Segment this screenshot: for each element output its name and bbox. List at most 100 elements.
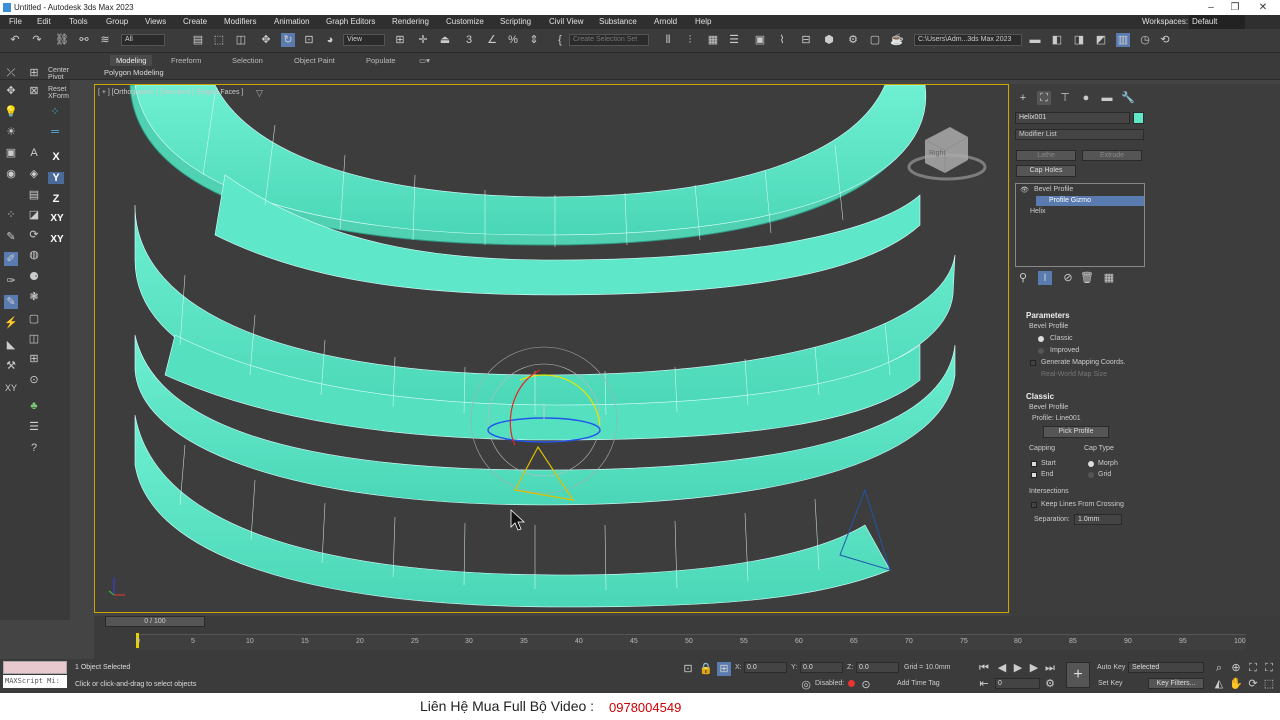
- minimize-button[interactable]: –: [1198, 0, 1224, 15]
- utilities-tab-icon[interactable]: 🔧: [1121, 91, 1135, 105]
- modifier-list-dropdown[interactable]: Modifier List: [1015, 129, 1144, 140]
- menu-create[interactable]: Create: [183, 15, 207, 29]
- goto-start-icon[interactable]: ⏮: [977, 661, 991, 675]
- grid-radio[interactable]: [1088, 472, 1094, 478]
- spinner-snap-icon[interactable]: ⇕: [527, 33, 541, 47]
- set-key-icon[interactable]: +: [1066, 662, 1090, 688]
- align-icon[interactable]: ⫶: [683, 33, 697, 47]
- rotate-icon[interactable]: ↻: [281, 33, 295, 47]
- selection-filter-dropdown[interactable]: All: [121, 34, 165, 46]
- percent-snap-icon[interactable]: %: [506, 33, 520, 47]
- viewport[interactable]: Right [ + ] [Orthographic ] [Standard ] …: [94, 84, 1009, 613]
- link-icon[interactable]: ⛓: [55, 33, 69, 47]
- orbit-icon[interactable]: ⟳: [1246, 677, 1260, 691]
- place-icon[interactable]: ◕: [323, 33, 337, 47]
- prev-frame-icon[interactable]: ◀: [995, 661, 1009, 675]
- maxscript-listener[interactable]: [3, 661, 67, 674]
- current-frame-field[interactable]: 0: [995, 678, 1040, 689]
- scene-explorer-icon[interactable]: ◨: [1072, 33, 1086, 47]
- project-path-dropdown[interactable]: C:\Users\Adm...3ds Max 2023: [914, 34, 1022, 46]
- create-tab-icon[interactable]: +: [1016, 91, 1030, 105]
- menu-substance[interactable]: Substance: [599, 15, 637, 29]
- pen-icon[interactable]: ✑: [4, 274, 18, 288]
- named-selection-set-input[interactable]: Create Selection Set: [569, 34, 649, 46]
- lock-icon[interactable]: 🔒: [699, 662, 713, 676]
- spacing-icon[interactable]: ◪: [27, 208, 41, 222]
- align-tool-icon[interactable]: ═: [48, 125, 62, 139]
- viewport-filter-icon[interactable]: ▽: [256, 88, 263, 99]
- book-icon[interactable]: ▤: [27, 188, 41, 202]
- rendered-frame-icon[interactable]: ▢: [868, 33, 882, 47]
- eye-icon[interactable]: 👁: [1020, 186, 1029, 194]
- paint-select-icon[interactable]: ✐: [4, 252, 18, 266]
- box-icon[interactable]: ▣: [4, 146, 18, 160]
- zoom-icon[interactable]: ⌕: [1212, 661, 1226, 675]
- sheet-icon[interactable]: ◫: [27, 332, 41, 346]
- stack-item-profile-gizmo[interactable]: Profile Gizmo: [1036, 196, 1144, 206]
- stack-item-helix[interactable]: Helix: [1030, 208, 1046, 215]
- unlink-icon[interactable]: ⚯: [77, 33, 91, 47]
- command-panel-toggle-icon[interactable]: ▥: [1116, 33, 1130, 47]
- timeline[interactable]: 0 / 100 0 5 10 15 20 25 30 35 40 45 50 55 60 65 70 75 80…: [94, 616, 1280, 659]
- tab-object-paint[interactable]: Object Paint: [294, 55, 335, 66]
- menu-animation[interactable]: Animation: [274, 15, 310, 29]
- y-coord-field[interactable]: 0.0: [800, 662, 843, 673]
- open-explorer-icon[interactable]: ◧: [1050, 33, 1064, 47]
- axis-z-button[interactable]: Z: [48, 193, 64, 205]
- close-button[interactable]: ✕: [1250, 0, 1276, 15]
- object-name-input[interactable]: Helix001: [1015, 112, 1130, 124]
- tab-populate[interactable]: Populate: [366, 55, 396, 66]
- menu-file[interactable]: File: [9, 15, 22, 29]
- reset-xform-label[interactable]: Reset XForm: [48, 86, 70, 100]
- start-checkbox[interactable]: [1031, 461, 1037, 467]
- polygon-modeling-panel[interactable]: Polygon Modeling: [104, 68, 164, 77]
- curve-editor-icon[interactable]: ⌇: [775, 33, 789, 47]
- classic-header[interactable]: Classic: [1026, 392, 1054, 401]
- render-icon[interactable]: ☕: [890, 33, 904, 47]
- angle-snap-icon[interactable]: ∠: [485, 33, 499, 47]
- time-slider[interactable]: 0 / 100: [105, 616, 205, 627]
- quick-access-icon[interactable]: ◩: [1094, 33, 1108, 47]
- key-filters-button[interactable]: Key Filters...: [1148, 678, 1204, 689]
- object-color-swatch[interactable]: [1133, 112, 1144, 124]
- end-checkbox[interactable]: [1031, 472, 1037, 478]
- motion-tab-icon[interactable]: ●: [1079, 91, 1093, 105]
- center-pivot-label[interactable]: Center Pivot: [48, 67, 70, 81]
- rotate-tool-icon[interactable]: ⟳: [27, 228, 41, 242]
- helix-mesh[interactable]: Right: [95, 85, 1009, 613]
- ribbon-toggle-icon[interactable]: ▣: [753, 33, 767, 47]
- mirror-icon[interactable]: ⫴: [661, 33, 675, 47]
- make-unique-icon[interactable]: ⊘: [1061, 271, 1075, 285]
- material-editor-icon[interactable]: ⬢: [822, 33, 836, 47]
- edit-named-sets-icon[interactable]: {: [553, 33, 567, 47]
- isolate-icon[interactable]: ⊡: [681, 662, 695, 676]
- workspaces-dropdown[interactable]: Default: [1189, 15, 1246, 29]
- maxscript-mini-input[interactable]: MAXScript Mi:: [3, 675, 67, 688]
- symmetry-icon[interactable]: ⚒: [4, 359, 18, 373]
- tab-selection[interactable]: Selection: [232, 55, 263, 66]
- edit-poly-icon[interactable]: ✎: [4, 295, 18, 309]
- particle-icon[interactable]: ❃: [27, 290, 41, 304]
- play-icon[interactable]: ▶: [1011, 661, 1025, 675]
- shapes-icon[interactable]: ◈: [27, 167, 41, 181]
- camera-icon[interactable]: ◉: [4, 167, 18, 181]
- display-tab-icon[interactable]: ▬: [1100, 91, 1114, 105]
- project-folder-icon[interactable]: ▬: [1028, 33, 1042, 47]
- pivot-center-icon[interactable]: ⊞: [393, 33, 407, 47]
- pin-stack-icon[interactable]: ⚲: [1016, 271, 1030, 285]
- grid-icon[interactable]: ⊞: [27, 352, 41, 366]
- reference-coord-dropdown[interactable]: View: [343, 34, 385, 46]
- fov-icon[interactable]: ◭: [1212, 677, 1226, 691]
- lathe-button[interactable]: Lathe: [1016, 150, 1076, 161]
- gen-map-checkbox[interactable]: [1030, 360, 1036, 366]
- timer-icon[interactable]: ◷: [1138, 33, 1152, 47]
- axis-xy-alt-button[interactable]: XY: [48, 234, 66, 245]
- select-manipulate-icon[interactable]: ✛: [416, 33, 430, 47]
- goto-end-icon[interactable]: ⏭: [1043, 661, 1057, 675]
- helix-tool-icon[interactable]: ◍: [27, 248, 41, 262]
- auto-key-button[interactable]: Auto Key: [1097, 664, 1125, 671]
- viewcube[interactable]: Right: [907, 127, 987, 181]
- extrude-button[interactable]: Extrude: [1082, 150, 1142, 161]
- menu-group[interactable]: Group: [106, 15, 128, 29]
- stack-item-bevel-profile[interactable]: Bevel Profile: [1034, 186, 1073, 193]
